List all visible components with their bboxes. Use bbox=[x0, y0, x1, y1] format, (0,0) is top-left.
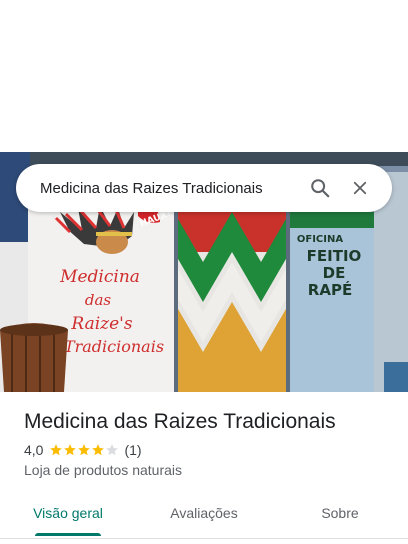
review-count[interactable]: (1) bbox=[124, 442, 141, 458]
tab-avaliacoes[interactable]: Avaliações bbox=[136, 496, 272, 540]
clear-search-button[interactable] bbox=[340, 168, 380, 208]
sign-line-3: Raize's bbox=[70, 314, 132, 334]
place-details: Medicina das Raizes Tradicionais 4,0 (1)… bbox=[24, 408, 392, 478]
place-title: Medicina das Raizes Tradicionais bbox=[24, 410, 336, 433]
star-empty-icon bbox=[106, 444, 119, 456]
close-icon bbox=[353, 181, 367, 195]
star-filled-icon bbox=[92, 444, 105, 456]
place-category[interactable]: Loja de produtos naturais bbox=[24, 462, 392, 478]
search-input[interactable]: Medicina das Raizes Tradicionais bbox=[40, 180, 300, 197]
star-filled-icon bbox=[64, 444, 77, 456]
sign-right-line-1: OFICINA bbox=[297, 234, 343, 245]
star-filled-icon bbox=[50, 444, 63, 456]
sign-line-1: Medicina bbox=[59, 267, 140, 287]
rating-value: 4,0 bbox=[24, 442, 44, 458]
search-icon bbox=[311, 179, 330, 198]
tab-bar: Visão geral Avaliações Sobre bbox=[0, 496, 408, 540]
star-rating bbox=[49, 443, 119, 457]
sign-line-2: das bbox=[85, 291, 112, 309]
sign-right-line-2: FEITIO bbox=[307, 247, 362, 265]
rating-row[interactable]: 4,0 (1) bbox=[24, 442, 392, 458]
search-bar[interactable]: Medicina das Raizes Tradicionais bbox=[16, 164, 392, 212]
sign-line-4: Tradicionais bbox=[64, 337, 164, 356]
star-filled-icon bbox=[78, 444, 91, 456]
tabs-divider bbox=[0, 538, 408, 539]
tab-sobre[interactable]: Sobre bbox=[272, 496, 408, 540]
tab-visao-geral[interactable]: Visão geral bbox=[0, 496, 136, 540]
search-button[interactable] bbox=[300, 168, 340, 208]
sign-right-line-3: DE bbox=[323, 264, 346, 282]
sign-right-line-4: RAPÉ bbox=[308, 280, 352, 299]
place-details-screen: HAUX! Medicina das Raize's Tradicionais … bbox=[0, 0, 408, 544]
